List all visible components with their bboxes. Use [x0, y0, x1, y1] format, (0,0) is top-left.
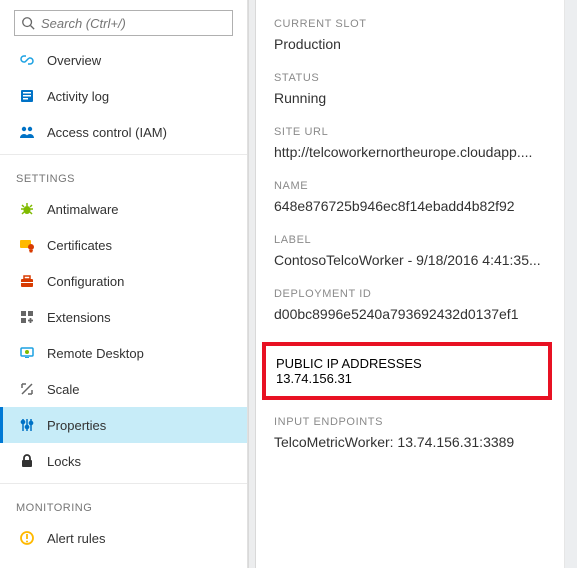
sidebar-item-label: Extensions — [47, 310, 111, 325]
sidebar-item-label: Remote Desktop — [47, 346, 144, 361]
remote-desktop-icon — [19, 345, 35, 361]
sidebar-item-label: Overview — [47, 53, 101, 68]
sidebar-item-label: Antimalware — [47, 202, 119, 217]
field-label: STATUS — [274, 72, 546, 84]
pane-splitter[interactable] — [248, 0, 256, 568]
sidebar-item-label: Certificates — [47, 238, 112, 253]
alert-icon — [19, 530, 35, 546]
scrollbar[interactable] — [565, 0, 577, 568]
sidebar-item-overview[interactable]: Overview — [0, 42, 247, 78]
certificate-icon — [19, 237, 35, 253]
field-label: CURRENT SLOT — [274, 18, 546, 30]
sidebar-item-configuration[interactable]: Configuration — [0, 263, 247, 299]
field-value: d00bc8996e5240a793692432d0137ef1 — [274, 306, 546, 322]
field-status: STATUS Running — [274, 72, 546, 106]
field-label: INPUT ENDPOINTS — [274, 416, 546, 428]
field-value: Production — [274, 36, 546, 52]
sidebar-item-label: Locks — [47, 454, 81, 469]
toolbox-icon — [19, 273, 35, 289]
field-deployment-id: DEPLOYMENT ID d00bc8996e5240a793692432d0… — [274, 288, 546, 322]
field-value: Running — [274, 90, 546, 106]
field-current-slot: CURRENT SLOT Production — [274, 18, 546, 52]
field-value[interactable]: http://telcoworkernortheurope.cloudapp..… — [274, 144, 546, 160]
properties-panel: CURRENT SLOT Production STATUS Running S… — [256, 0, 565, 568]
extensions-icon — [19, 309, 35, 325]
field-value: TelcoMetricWorker: 13.74.156.31:3389 — [274, 434, 546, 450]
sidebar-item-remote-desktop[interactable]: Remote Desktop — [0, 335, 247, 371]
sliders-icon — [19, 417, 35, 433]
link-icon — [19, 52, 35, 68]
sidebar-item-label: Alert rules — [47, 531, 106, 546]
sidebar-item-access-control[interactable]: Access control (IAM) — [0, 114, 247, 150]
field-label: NAME — [274, 180, 546, 192]
field-label: SITE URL — [274, 126, 546, 138]
sidebar-item-antimalware[interactable]: Antimalware — [0, 191, 247, 227]
divider — [0, 154, 247, 155]
field-label: DEPLOYMENT ID — [274, 288, 546, 300]
sidebar-item-extensions[interactable]: Extensions — [0, 299, 247, 335]
field-value: ContosoTelcoWorker - 9/18/2016 4:41:35..… — [274, 252, 546, 268]
sidebar-item-locks[interactable]: Locks — [0, 443, 247, 479]
log-icon — [19, 88, 35, 104]
scale-icon — [19, 381, 35, 397]
search-icon — [21, 16, 35, 30]
section-monitoring-label: MONITORING — [0, 488, 247, 520]
sidebar-item-label: Activity log — [47, 89, 109, 104]
section-settings-label: SETTINGS — [0, 159, 247, 191]
public-ip-highlight: PUBLIC IP ADDRESSES 13.74.156.31 — [262, 342, 552, 400]
people-icon — [19, 124, 35, 140]
sidebar-item-alert-rules[interactable]: Alert rules — [0, 520, 247, 556]
field-value: 13.74.156.31 — [276, 371, 538, 386]
sidebar-item-properties[interactable]: Properties — [0, 407, 247, 443]
bug-icon — [19, 201, 35, 217]
lock-icon — [19, 453, 35, 469]
divider — [0, 483, 247, 484]
field-label: LABEL — [274, 234, 546, 246]
field-name: NAME 648e876725b946ec8f14ebadd4b82f92 — [274, 180, 546, 214]
sidebar-item-label: Configuration — [47, 274, 124, 289]
sidebar-item-label: Properties — [47, 418, 106, 433]
sidebar-item-label: Access control (IAM) — [47, 125, 167, 140]
sidebar-item-activity-log[interactable]: Activity log — [0, 78, 247, 114]
sidebar-item-scale[interactable]: Scale — [0, 371, 247, 407]
field-value: 648e876725b946ec8f14ebadd4b82f92 — [274, 198, 546, 214]
sidebar-item-certificates[interactable]: Certificates — [0, 227, 247, 263]
search-input[interactable] — [41, 16, 226, 31]
search-box[interactable] — [14, 10, 233, 36]
sidebar: Overview Activity log Access control (IA… — [0, 0, 248, 568]
field-site-url: SITE URL http://telcoworkernortheurope.c… — [274, 126, 546, 160]
sidebar-item-label: Scale — [47, 382, 80, 397]
field-label: LABEL ContosoTelcoWorker - 9/18/2016 4:4… — [274, 234, 546, 268]
field-label: PUBLIC IP ADDRESSES — [276, 356, 538, 371]
field-input-endpoints: INPUT ENDPOINTS TelcoMetricWorker: 13.74… — [274, 416, 546, 450]
